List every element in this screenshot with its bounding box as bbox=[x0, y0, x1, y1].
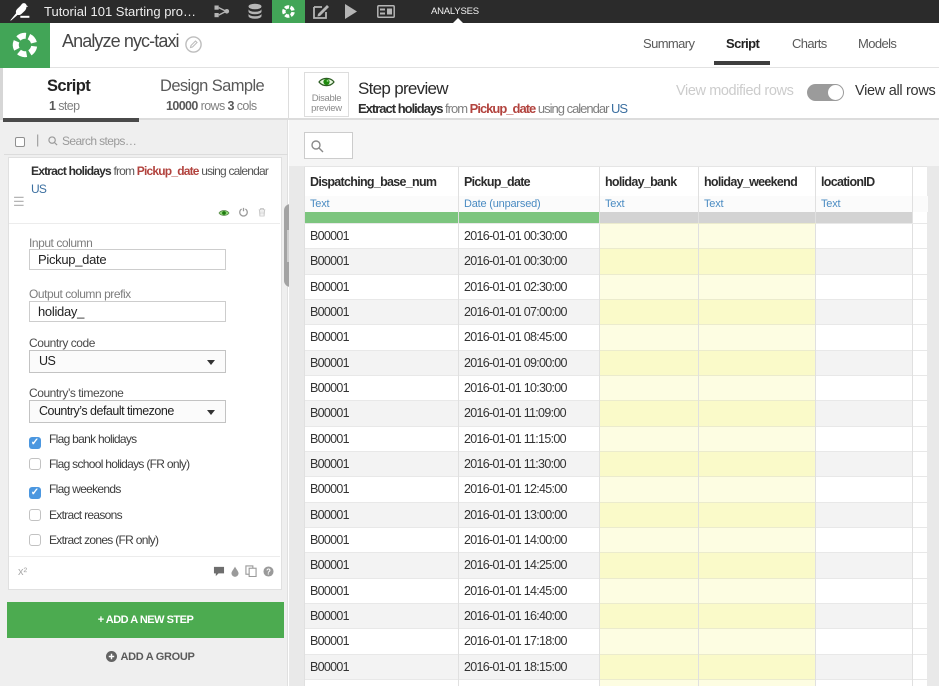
svg-text:?: ? bbox=[266, 567, 271, 576]
